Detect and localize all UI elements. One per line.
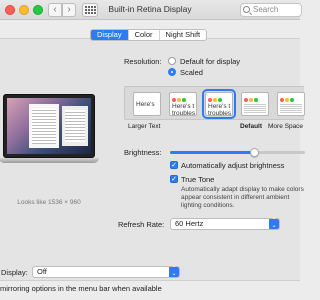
scaled-resolution-picker: Here's Here's t troubles Here's t troubl… <box>124 86 305 120</box>
scale-option-more-space[interactable] <box>277 92 305 116</box>
resolution-label: Resolution: <box>124 57 162 66</box>
brightness-slider-fill <box>170 151 254 154</box>
laptop-preview-image <box>0 94 99 166</box>
laptop-base <box>0 158 99 163</box>
preview-document <box>62 106 88 146</box>
scale-option-sample-text: Here's t troubles <box>208 103 232 116</box>
brightness-label: Brightness: <box>124 148 162 157</box>
brightness-slider[interactable] <box>170 148 305 157</box>
scale-option-larger-text[interactable]: Here's <box>133 92 161 116</box>
scale-option-sample-text: Here's <box>136 101 155 108</box>
refresh-rate-label: Refresh Rate: <box>118 220 165 229</box>
laptop-screen <box>3 94 95 158</box>
true-tone-description: Automatically adapt display to make colo… <box>181 186 304 209</box>
brightness-slider-knob[interactable] <box>249 148 259 157</box>
true-tone-label[interactable]: True Tone <box>181 175 214 184</box>
preview-document <box>29 104 59 148</box>
radio-scaled-label[interactable]: Scaled <box>180 68 203 77</box>
mirroring-options-label: mirroring options in the menu bar when a… <box>0 284 162 293</box>
radio-default-for-display[interactable] <box>168 57 176 65</box>
airplay-display-select[interactable]: Off ⌃ ⌄ <box>32 266 180 278</box>
settings-panel: Looks like 1536 × 960 Resolution: Defaul… <box>0 38 300 281</box>
auto-brightness-checkbox[interactable]: ✓ <box>170 161 178 169</box>
scale-label-more-space: More Space <box>268 123 304 130</box>
refresh-rate-value: 60 Hertz <box>175 219 204 228</box>
scale-option-2[interactable]: Here's t troubles <box>169 92 197 116</box>
wallpaper <box>7 98 91 154</box>
tab-bar: Display Color Night Shift <box>90 29 208 41</box>
scale-option-sample-text: Here's t troubles <box>172 103 196 116</box>
title-bar: ‹ › Built-in Retina Display Search <box>0 0 302 20</box>
scale-label-larger-text: Larger Text <box>128 123 161 130</box>
search-icon <box>243 6 250 13</box>
resolution-caption: Looks like 1536 × 960 <box>17 199 81 206</box>
radio-scaled[interactable] <box>168 68 176 76</box>
airplay-display-label: Display: <box>1 268 28 277</box>
chevron-updown-icon: ⌃ ⌄ <box>169 266 179 277</box>
auto-brightness-label[interactable]: Automatically adjust brightness <box>181 161 284 170</box>
tab-display[interactable]: Display <box>91 30 128 40</box>
search-placeholder: Search <box>253 5 279 14</box>
radio-default-label[interactable]: Default for display <box>180 57 240 66</box>
scale-option-4[interactable] <box>241 92 269 116</box>
scale-label-default: Default <box>240 123 263 130</box>
true-tone-checkbox[interactable]: ✓ <box>170 175 178 183</box>
search-field[interactable]: Search <box>240 3 302 17</box>
airplay-display-value: Off <box>37 267 47 276</box>
tab-color[interactable]: Color <box>127 30 159 40</box>
scale-option-default[interactable]: Here's t troubles <box>202 89 236 119</box>
refresh-rate-select[interactable]: 60 Hertz ⌃ ⌄ <box>170 218 280 230</box>
chevron-updown-icon: ⌃ ⌄ <box>269 218 279 229</box>
tab-night-shift[interactable]: Night Shift <box>158 30 207 40</box>
